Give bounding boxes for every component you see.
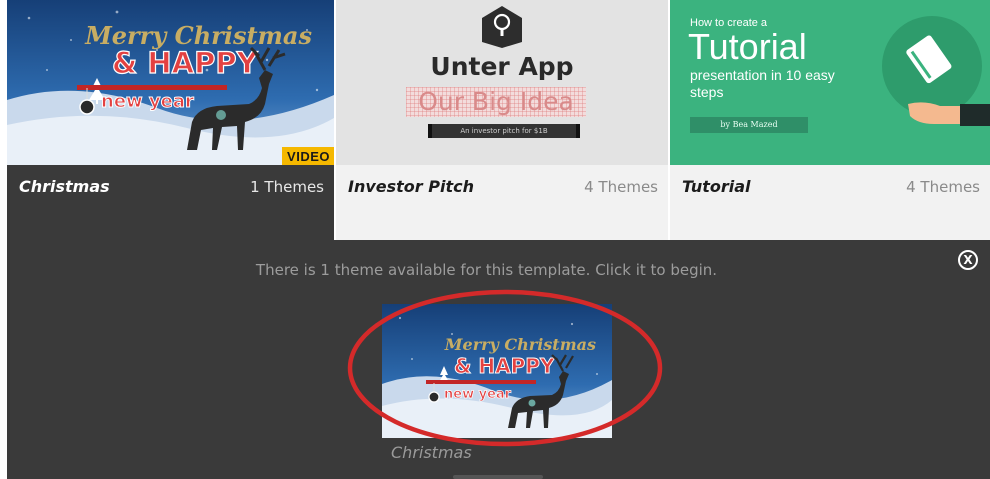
snowflake-icon [216, 110, 226, 120]
template-card-investor-pitch[interactable]: Unter App Our Big Idea An investor pitch… [336, 0, 668, 240]
theme-art-script: Merry Christmas [444, 335, 596, 354]
investor-art-tagline: An investor pitch for $1B [428, 124, 580, 138]
template-card-tutorial[interactable]: How to create a Tutorial presentation in… [670, 0, 990, 240]
tutorial-art-subtitle: presentation in 10 easy steps [690, 67, 835, 100]
christmas-thumbnail[interactable]: Merry Christmas & HAPPY new year VIDEO [7, 0, 334, 165]
tutorial-art-byline: by Bea Mazed [690, 117, 808, 133]
horizontal-scrollbar[interactable] [453, 475, 543, 479]
template-card-christmas[interactable]: Merry Christmas & HAPPY new year VIDEO C… [7, 0, 334, 240]
template-card-footer: Investor Pitch 4 Themes [336, 165, 668, 240]
close-icon[interactable]: X [958, 250, 978, 270]
template-card-footer: Tutorial 4 Themes [670, 165, 990, 240]
tutorial-art-title: Tutorial [688, 26, 807, 67]
theme-art-happy: & HAPPY [454, 354, 555, 378]
template-name: Christmas [19, 177, 110, 196]
theme-count: 1 Themes [250, 178, 324, 196]
location-pin-icon [482, 6, 522, 48]
christmas-art-new-year: new year [101, 91, 194, 112]
theme-option-christmas[interactable]: Merry Christmas & HAPPY new year [382, 304, 612, 438]
theme-artwork: Merry Christmas & HAPPY new year [382, 304, 612, 438]
christmas-art-happy: & HAPPY [112, 46, 259, 80]
template-browser: Merry Christmas & HAPPY new year VIDEO C… [0, 0, 990, 479]
theme-panel: There is 1 theme available for this temp… [7, 240, 990, 479]
investor-pitch-thumbnail[interactable]: Unter App Our Big Idea An investor pitch… [336, 0, 668, 165]
template-grid: Merry Christmas & HAPPY new year VIDEO C… [0, 0, 990, 240]
video-badge: VIDEO [282, 147, 334, 165]
tutorial-thumbnail[interactable]: How to create a Tutorial presentation in… [670, 0, 990, 165]
template-name: Tutorial [682, 177, 751, 196]
christmas-artwork: Merry Christmas & HAPPY new year [7, 0, 334, 165]
template-name: Investor Pitch [348, 177, 474, 196]
template-card-footer: Christmas 1 Themes [7, 165, 334, 240]
investor-art-title: Unter App [430, 52, 574, 81]
theme-name: Christmas [391, 443, 472, 462]
theme-art-new-year: new year [444, 387, 512, 402]
theme-panel-message: There is 1 theme available for this temp… [255, 261, 718, 279]
theme-count: 4 Themes [584, 178, 658, 196]
investor-art-subtitle: Our Big Idea [406, 87, 586, 117]
theme-count: 4 Themes [906, 178, 980, 196]
snowflake-icon [528, 399, 536, 407]
